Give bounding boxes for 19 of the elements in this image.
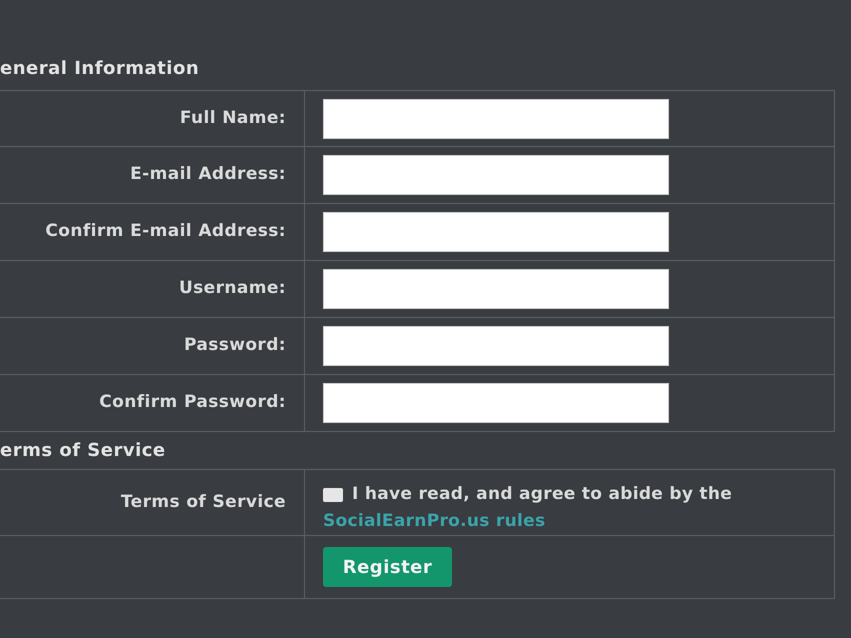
section-heading: eneral Information — [0, 56, 200, 80]
text-input-field[interactable] — [323, 383, 669, 423]
checkbox[interactable] — [323, 488, 343, 502]
text-input-field[interactable] — [323, 212, 669, 252]
field-label: Full Name: — [180, 106, 286, 130]
agreement-text: I have read, and agree to abide by the — [352, 483, 732, 506]
section-heading: erms of Service — [0, 439, 166, 463]
text-input-field[interactable] — [323, 98, 669, 138]
text-input-field[interactable] — [323, 155, 669, 195]
field-label: Password: — [184, 334, 286, 358]
field-label: Confirm Password: — [99, 391, 286, 414]
field-label: Confirm E-mail Address: — [45, 220, 286, 244]
text-input-field[interactable] — [323, 269, 669, 309]
register-button[interactable]: Register — [323, 547, 452, 587]
rules-link[interactable]: SocialEarnPro.us rules — [323, 508, 546, 534]
field-label: Username: — [178, 277, 286, 300]
text-input-field[interactable] — [323, 326, 669, 366]
field-label: Terms of Service — [120, 490, 286, 514]
field-label: E-mail Address: — [130, 163, 286, 186]
